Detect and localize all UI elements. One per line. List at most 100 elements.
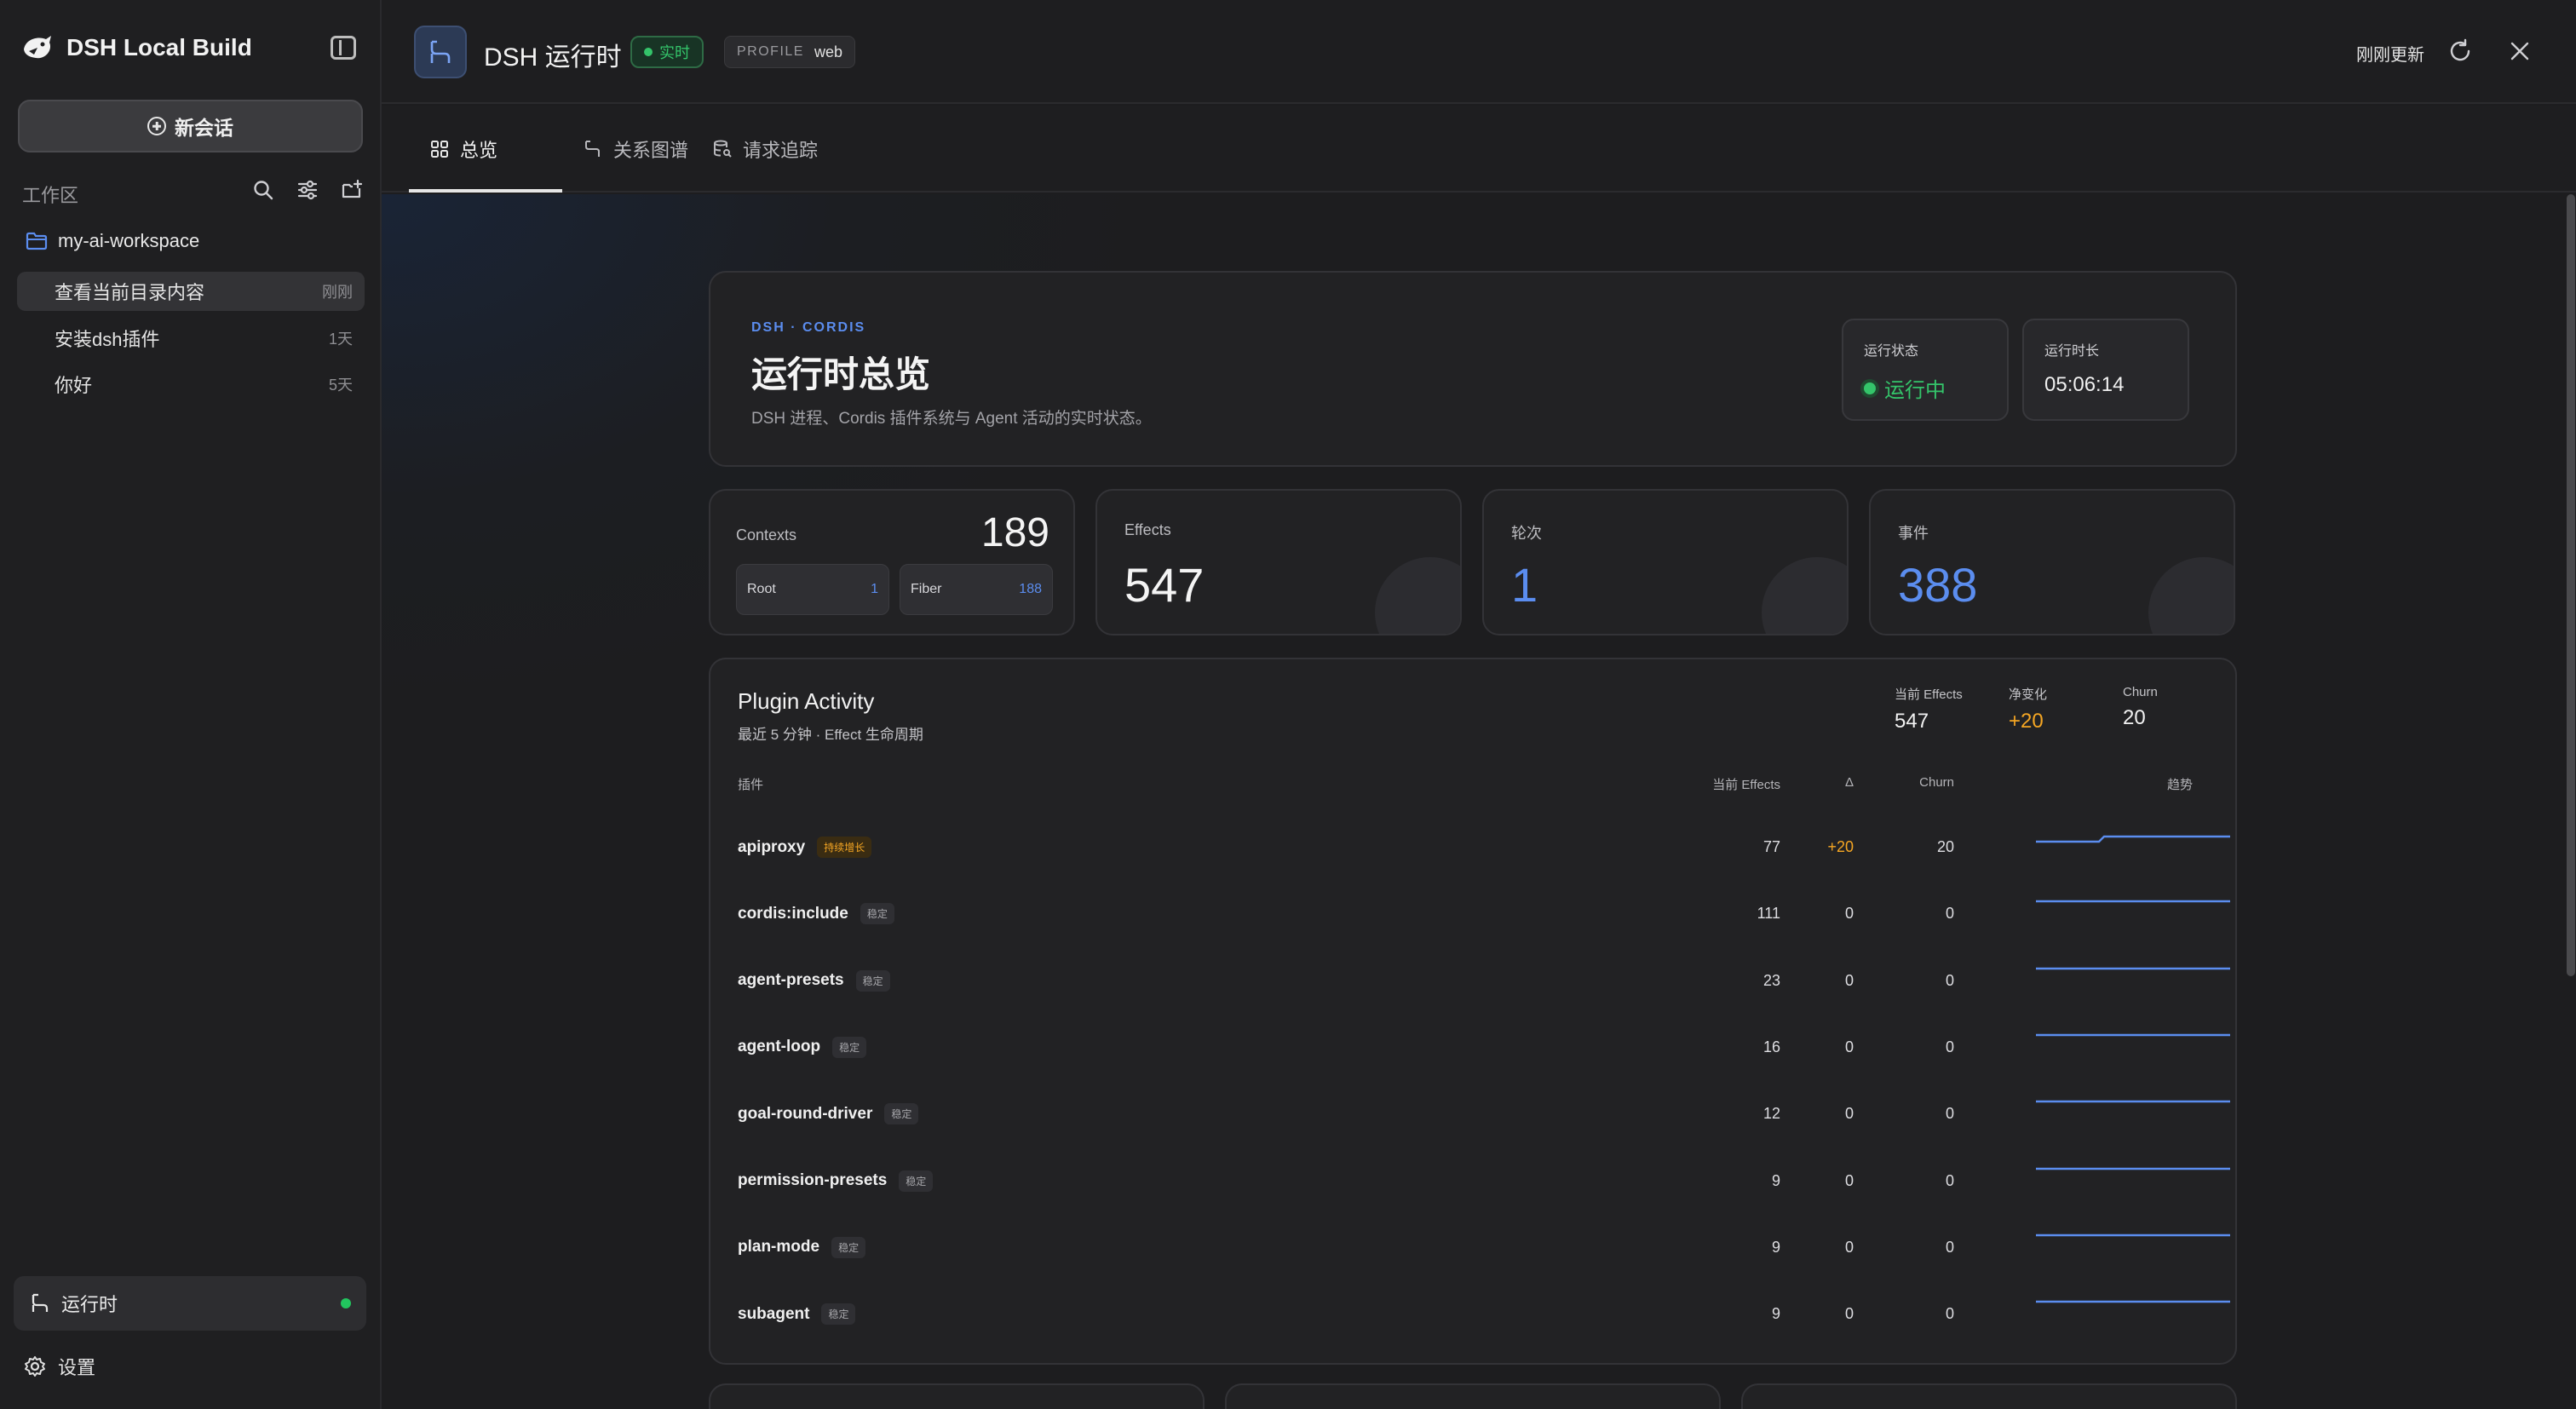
plugin-activity-card: Plugin Activity 最近 5 分钟 · Effect 生命周期 当前…	[709, 658, 2237, 1365]
trend-sparkline	[2036, 835, 2230, 843]
plugin-churn: 20	[1936, 838, 1954, 855]
hero-title: 运行时总览	[751, 354, 931, 394]
plugin-name: goal-round-driver	[738, 1104, 873, 1123]
session-time: 1天	[328, 331, 353, 348]
brand: DSH Local Build	[20, 31, 252, 65]
database-search-icon	[714, 140, 732, 158]
plugin-churn: 0	[1945, 1238, 1954, 1256]
status-dot	[341, 1298, 351, 1308]
live-badge: 实时	[630, 36, 704, 68]
refresh-icon[interactable]	[2447, 37, 2474, 65]
plugin-row[interactable]: permission-presets 稳定 9 0 0	[738, 1145, 2230, 1211]
plugin-delta: 0	[1844, 905, 1854, 923]
bottom-card	[1225, 1383, 1721, 1409]
session-item[interactable]: 查看当前目录内容 刚刚	[17, 272, 365, 311]
bottom-card	[709, 1383, 1205, 1409]
run-status-label: 运行状态	[1864, 344, 1919, 359]
contexts-label: Contexts	[736, 526, 797, 543]
plugin-effects: 9	[1771, 1305, 1780, 1323]
plugin-status-tag: 稳定	[855, 969, 890, 992]
summary-net-label: 净变化	[2009, 687, 2048, 702]
plugin-row[interactable]: subagent 稳定 9 0 0	[738, 1278, 2230, 1344]
plugin-name-cell: apiproxy 持续增长	[738, 837, 872, 858]
new-chat-button[interactable]: 新会话	[18, 100, 363, 152]
uptime-value: 05:06:14	[2044, 373, 2125, 396]
run-status-text: 运行中	[1884, 379, 1946, 402]
live-dot	[644, 48, 653, 56]
plugin-row[interactable]: plan-mode 稳定 9 0 0	[738, 1211, 2230, 1278]
tab-bar: 总览 关系图谱 请求追踪	[382, 106, 2576, 193]
runtime-label: 运行时	[61, 1294, 118, 1315]
filter-sliders-icon[interactable]	[296, 179, 319, 201]
summary-churn-value: 20	[2123, 706, 2146, 729]
tab-overview[interactable]: 总览	[408, 106, 563, 193]
logo-icon	[24, 36, 51, 59]
tab-request-trace[interactable]: 请求追踪	[712, 106, 818, 193]
branch-icon	[32, 1293, 49, 1312]
trend-sparkline	[2036, 1234, 2230, 1236]
session-item[interactable]: 安装dsh插件 1天	[17, 319, 365, 358]
plugin-effects: 111	[1757, 905, 1780, 923]
contexts-value: 189	[980, 510, 1049, 555]
live-label: 实时	[659, 44, 690, 61]
close-icon[interactable]	[2506, 37, 2533, 65]
plugin-name: agent-loop	[738, 1038, 821, 1056]
plus-circle-icon	[147, 117, 166, 135]
root-label: Root	[747, 582, 776, 596]
plugin-activity-subtitle: 最近 5 分钟 · Effect 生命周期	[738, 727, 923, 743]
plugin-name: apiproxy	[738, 837, 806, 856]
tab-label: 关系图谱	[613, 140, 689, 161]
new-folder-icon[interactable]	[341, 179, 363, 201]
grid-icon	[431, 141, 448, 158]
main-panel: DSH 运行时 实时 PROFILE web 刚刚更新 总览 关系图谱 请求追踪…	[382, 0, 2576, 1409]
plugin-row[interactable]: agent-loop 稳定 16 0 0	[738, 1011, 2230, 1078]
sidebar-item-settings[interactable]: 设置	[24, 1353, 95, 1380]
plugin-row[interactable]: cordis:include 稳定 111 0 0	[738, 877, 2230, 944]
plugin-status-tag: 稳定	[860, 903, 894, 925]
plugin-delta: 0	[1844, 1105, 1854, 1123]
plugin-row[interactable]: apiproxy 持续增长 77 +20 20	[738, 811, 2230, 877]
workspace-folder[interactable]: my-ai-workspace	[26, 230, 199, 252]
summary-net: 净变化 +20	[2009, 685, 2047, 733]
session-time: 刚刚	[322, 284, 353, 301]
tab-label: 请求追踪	[743, 140, 819, 161]
rounds-value: 1	[1511, 558, 1538, 612]
rounds-card: 轮次 1	[1482, 489, 1849, 635]
sidebar: DSH Local Build 新会话 工作区 my-ai-workspace …	[0, 0, 382, 1409]
plugin-effects: 16	[1762, 1038, 1780, 1055]
plugin-name-cell: permission-presets 稳定	[738, 1170, 934, 1192]
scrollbar-thumb[interactable]	[2567, 194, 2575, 976]
plugin-status-tag: 稳定	[832, 1036, 867, 1058]
plugin-status-tag: 稳定	[899, 1170, 934, 1192]
run-status-value: 运行中	[1864, 373, 1987, 403]
sidebar-toggle-icon[interactable]	[331, 36, 356, 60]
session-title: 安装dsh插件	[55, 329, 160, 350]
plugin-delta: 0	[1844, 1171, 1854, 1189]
summary-churn: Churn 20	[2123, 685, 2158, 730]
fiber-label: Fiber	[911, 582, 942, 596]
tab-graph[interactable]: 关系图谱	[583, 106, 688, 193]
effects-value: 547	[1124, 558, 1205, 612]
plugin-churn: 0	[1945, 1038, 1954, 1055]
plugin-effects: 12	[1762, 1105, 1780, 1123]
run-status-card: 运行状态 运行中	[1842, 319, 2009, 421]
search-icon[interactable]	[252, 179, 274, 201]
hero-description: DSH 进程、Cordis 插件系统与 Agent 活动的实时状态。	[751, 410, 1152, 428]
settings-label: 设置	[58, 1357, 96, 1378]
app-window: DSH Local Build 新会话 工作区 my-ai-workspace …	[0, 0, 2576, 1409]
plugin-activity-title: Plugin Activity	[738, 688, 875, 714]
root-value: 1	[871, 582, 878, 596]
plugin-row[interactable]: goal-round-driver 稳定 12 0 0	[738, 1078, 2230, 1144]
plugin-delta: 0	[1844, 1305, 1854, 1323]
trend-line	[2036, 835, 2230, 843]
branch-icon	[585, 141, 600, 157]
plugin-status-tag: 稳定	[831, 1236, 866, 1258]
sidebar-item-runtime[interactable]: 运行时	[14, 1276, 366, 1331]
contexts-card: Contexts 189 Root 1 Fiber 188	[709, 489, 1075, 635]
workspace-label: 工作区	[22, 185, 79, 206]
folder-icon	[26, 232, 48, 250]
plugin-churn: 0	[1945, 1105, 1954, 1123]
summary-effects: 当前 Effects 547	[1895, 685, 1963, 733]
session-item[interactable]: 你好 5天	[17, 365, 365, 404]
plugin-row[interactable]: agent-presets 稳定 23 0 0	[738, 945, 2230, 1011]
